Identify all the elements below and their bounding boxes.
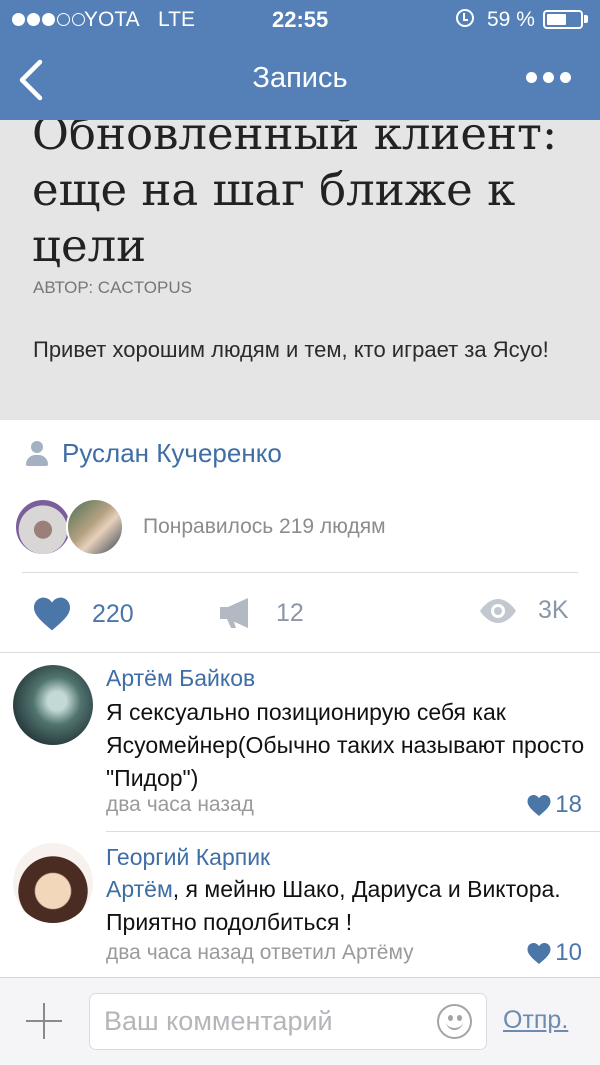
divider [0, 652, 600, 653]
views-indicator: 3K [478, 596, 569, 625]
comment-time: два часа назад ответил Артёму [106, 941, 414, 964]
article-preview[interactable]: Обновленный клиент: еще на шаг ближе к ц… [0, 120, 600, 420]
article-title: Обновленный клиент: еще на шаг ближе к ц… [32, 120, 558, 272]
like-button[interactable]: 220 [32, 596, 134, 632]
author-name[interactable]: Руслан Кучеренко [62, 438, 282, 469]
avatar[interactable] [66, 498, 124, 556]
avatar[interactable] [13, 665, 93, 745]
status-bar: YOTA LTE 22:55 59 % [0, 0, 600, 40]
comment-author[interactable]: Георгий Карпик [106, 844, 270, 871]
avatar[interactable] [14, 498, 72, 556]
battery-percent: 59 % [487, 8, 535, 31]
comment-text: Артём, я мейню Шако, Дариуса и Виктора. … [106, 873, 586, 939]
post-author[interactable]: Руслан Кучеренко [24, 438, 282, 469]
views-count: 3K [538, 596, 569, 624]
divider [106, 831, 600, 832]
page-title: Запись [252, 62, 348, 94]
share-button[interactable]: 12 [218, 596, 304, 630]
carrier-name: YOTA [84, 8, 140, 31]
article-author: Автор: Cactopus [33, 278, 192, 297]
comment-text: Я сексуально позиционирую себя как Ясуом… [106, 699, 585, 791]
article-text: Привет хорошим людям и тем, кто играет з… [33, 337, 549, 362]
avatar[interactable] [13, 843, 93, 923]
comment-body: , я мейню Шако, Дариуса и Виктора. Прият… [106, 876, 561, 935]
comment-likes-count: 18 [555, 791, 582, 818]
megaphone-icon [220, 598, 248, 628]
battery-icon [543, 10, 583, 29]
emoji-icon[interactable] [437, 1004, 472, 1039]
liker-avatars[interactable] [14, 498, 134, 558]
alarm-icon [456, 9, 474, 27]
comment-mention[interactable]: Артём [106, 876, 173, 902]
comment-like-button[interactable]: 10 [526, 939, 582, 967]
heart-icon [527, 942, 551, 964]
comment-likes-count: 10 [555, 939, 582, 966]
comment-time: два часа назад [106, 793, 254, 816]
status-time: 22:55 [272, 7, 329, 32]
liked-by-text[interactable]: Понравилось 219 людям [143, 515, 386, 539]
top-bar: YOTA LTE 22:55 59 % Запись [0, 0, 600, 120]
user-icon [24, 440, 50, 468]
likes-count: 220 [92, 599, 134, 628]
network-type: LTE [158, 8, 195, 31]
nav-bar: Запись [0, 40, 600, 120]
heart-icon [34, 597, 70, 631]
send-button[interactable]: Отпр. [503, 1006, 568, 1035]
divider [22, 572, 578, 573]
comment-like-button[interactable]: 18 [526, 791, 582, 819]
signal-dots-icon [12, 13, 85, 26]
comment-author[interactable]: Артём Байков [106, 665, 255, 692]
heart-icon [527, 794, 551, 816]
more-dots-icon[interactable] [526, 72, 571, 83]
eye-icon [480, 598, 516, 623]
plus-icon[interactable] [26, 1003, 62, 1039]
shares-count: 12 [276, 598, 304, 627]
comment-composer: Отпр. [0, 977, 600, 1065]
comment-input[interactable] [89, 993, 487, 1050]
